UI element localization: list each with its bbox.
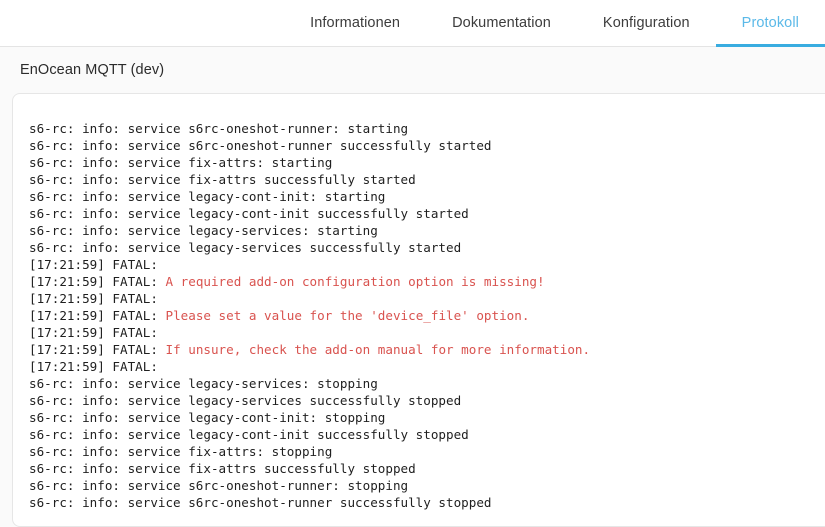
log-line-prefix: s6-rc: info: service fix-attrs: stopping	[29, 444, 332, 459]
log-line-prefix: [17:21:59] FATAL:	[29, 257, 165, 272]
log-line-prefix: s6-rc: info: service s6rc-oneshot-runner…	[29, 138, 492, 153]
log-line: s6-rc: info: service legacy-services: st…	[29, 222, 825, 239]
tabs-group: Informationen Dokumentation Konfiguration P…	[284, 0, 825, 46]
log-line: s6-rc: info: service fix-attrs: stopping	[29, 443, 825, 460]
log-line: s6-rc: info: service legacy-cont-init su…	[29, 426, 825, 443]
log-line-prefix: s6-rc: info: service fix-attrs successfu…	[29, 172, 416, 187]
log-line-prefix: [17:21:59] FATAL:	[29, 291, 165, 306]
log-line: s6-rc: info: service s6rc-oneshot-runner…	[29, 120, 825, 137]
log-line: [17:21:59] FATAL: Please set a value for…	[29, 307, 825, 324]
tab-protokoll[interactable]: Protokoll	[716, 0, 825, 46]
addon-name-strip: EnOcean MQTT (dev)	[0, 47, 825, 93]
tab-bar: Informationen Dokumentation Konfiguration P…	[0, 0, 825, 47]
log-line: [17:21:59] FATAL: A required add-on conf…	[29, 273, 825, 290]
log-line: s6-rc: info: service legacy-services suc…	[29, 239, 825, 256]
tab-bar-spacer	[0, 0, 284, 46]
log-line-prefix: [17:21:59] FATAL:	[29, 342, 165, 357]
log-line: [17:21:59] FATAL: If unsure, check the a…	[29, 341, 825, 358]
tab-dokumentation[interactable]: Dokumentation	[426, 0, 577, 46]
tab-konfiguration[interactable]: Konfiguration	[577, 0, 716, 46]
log-line-error-message: If unsure, check the add-on manual for m…	[165, 342, 590, 357]
log-line: [17:21:59] FATAL:	[29, 358, 825, 375]
log-line-prefix: s6-rc: info: service s6rc-oneshot-runner…	[29, 478, 408, 493]
tab-label: Konfiguration	[603, 15, 690, 31]
page-title: EnOcean MQTT (dev)	[20, 62, 164, 78]
log-line-prefix: s6-rc: info: service fix-attrs: starting	[29, 155, 332, 170]
log-line: s6-rc: info: service fix-attrs: starting	[29, 154, 825, 171]
log-line-prefix: s6-rc: info: service legacy-cont-init su…	[29, 206, 469, 221]
tab-label: Informationen	[310, 15, 400, 31]
log-output[interactable]: s6-rc: info: service s6rc-oneshot-runner…	[29, 120, 825, 511]
log-line-prefix: s6-rc: info: service legacy-cont-init su…	[29, 427, 469, 442]
log-line: s6-rc: info: service legacy-cont-init su…	[29, 205, 825, 222]
log-line: [17:21:59] FATAL:	[29, 324, 825, 341]
log-line: s6-rc: info: service legacy-cont-init: s…	[29, 409, 825, 426]
log-line-prefix: s6-rc: info: service legacy-cont-init: s…	[29, 410, 385, 425]
log-line-prefix: s6-rc: info: service legacy-services suc…	[29, 240, 461, 255]
log-line-prefix: s6-rc: info: service legacy-services: st…	[29, 376, 378, 391]
log-line-prefix: s6-rc: info: service fix-attrs successfu…	[29, 461, 416, 476]
tab-label: Dokumentation	[452, 15, 551, 31]
log-line-prefix: s6-rc: info: service legacy-cont-init: s…	[29, 189, 385, 204]
log-line-prefix: [17:21:59] FATAL:	[29, 274, 165, 289]
log-line: s6-rc: info: service fix-attrs successfu…	[29, 460, 825, 477]
tab-informationen[interactable]: Informationen	[284, 0, 426, 46]
log-line: s6-rc: info: service s6rc-oneshot-runner…	[29, 494, 825, 511]
log-line: s6-rc: info: service legacy-cont-init: s…	[29, 188, 825, 205]
log-line: s6-rc: info: service s6rc-oneshot-runner…	[29, 137, 825, 154]
log-line-prefix: [17:21:59] FATAL:	[29, 325, 165, 340]
log-card: s6-rc: info: service s6rc-oneshot-runner…	[12, 93, 825, 527]
log-line-prefix: s6-rc: info: service legacy-services suc…	[29, 393, 461, 408]
tab-label: Protokoll	[742, 15, 799, 31]
log-line: s6-rc: info: service legacy-services: st…	[29, 375, 825, 392]
log-card-wrapper: s6-rc: info: service s6rc-oneshot-runner…	[0, 93, 825, 527]
log-line: [17:21:59] FATAL:	[29, 290, 825, 307]
log-line-prefix: s6-rc: info: service s6rc-oneshot-runner…	[29, 121, 408, 136]
log-line: s6-rc: info: service legacy-services suc…	[29, 392, 825, 409]
log-line: s6-rc: info: service fix-attrs successfu…	[29, 171, 825, 188]
log-line-error-message: A required add-on configuration option i…	[165, 274, 544, 289]
log-line-prefix: s6-rc: info: service s6rc-oneshot-runner…	[29, 495, 492, 510]
log-line-prefix: s6-rc: info: service legacy-services: st…	[29, 223, 378, 238]
log-line: [17:21:59] FATAL:	[29, 256, 825, 273]
log-line-prefix: [17:21:59] FATAL:	[29, 308, 165, 323]
log-line-prefix: [17:21:59] FATAL:	[29, 359, 165, 374]
log-line: s6-rc: info: service s6rc-oneshot-runner…	[29, 477, 825, 494]
log-line-error-message: Please set a value for the 'device_file'…	[165, 308, 529, 323]
